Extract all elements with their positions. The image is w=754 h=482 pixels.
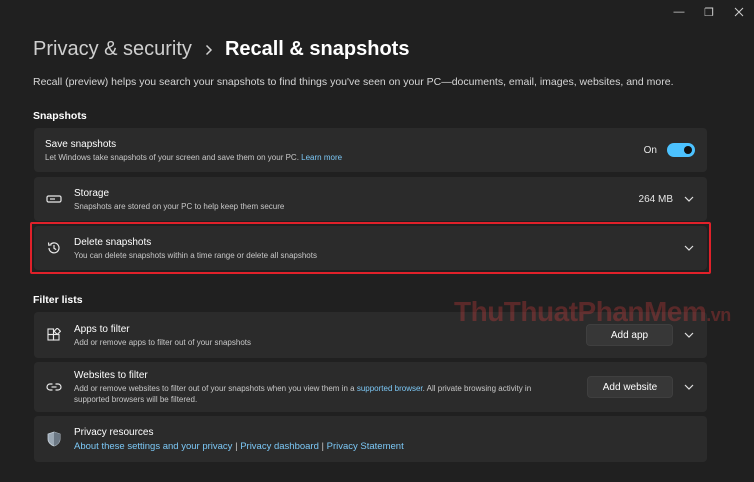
chevron-down-icon[interactable] [683,242,695,254]
websites-to-filter-subtitle: Add or remove websites to filter out of … [74,383,531,394]
websites-to-filter-card[interactable]: Websites to filter Add or remove website… [34,362,707,412]
storage-subtitle: Snapshots are stored on your PC to help … [74,201,285,211]
learn-more-link[interactable]: Learn more [301,153,342,162]
delete-snapshots-text: Delete snapshots You can delete snapshot… [74,236,317,261]
close-icon [734,7,744,17]
watermark: ThuThuatPhanMem.vn [454,296,731,328]
supported-browser-link[interactable]: supported browser [357,384,423,393]
link-separator: | [321,440,324,452]
save-snapshots-card: Save snapshots Let Windows take snapshot… [34,128,707,172]
storage-text: Storage Snapshots are stored on your PC … [74,187,284,212]
save-snapshots-text: Save snapshots Let Windows take snapshot… [45,138,342,163]
storage-title: Storage [74,187,110,199]
breadcrumb: Privacy & security Recall & snapshots [33,38,409,61]
privacy-dashboard-link[interactable]: Privacy dashboard [240,441,319,452]
add-website-button[interactable]: Add website [587,376,673,398]
websites-subtitle-part1: Add or remove websites to filter out of … [74,384,355,393]
breadcrumb-parent[interactable]: Privacy & security [33,38,192,61]
close-button[interactable] [724,0,754,24]
link-separator: | [235,440,238,452]
watermark-suffix: .vn [706,305,731,325]
delete-snapshots-card[interactable]: Delete snapshots You can delete snapshot… [34,226,707,270]
delete-snapshots-controls [683,226,695,270]
websites-subtitle-line2: supported browsers will be filtered. [74,395,198,404]
privacy-resources-title: Privacy resources [74,426,154,438]
save-snapshots-title: Save snapshots [45,138,117,150]
delete-snapshots-title: Delete snapshots [74,236,152,248]
page-title: Recall & snapshots [224,38,410,60]
shield-icon [46,431,62,447]
save-snapshots-toggle[interactable] [667,143,695,157]
delete-snapshots-subtitle: You can delete snapshots within a time r… [74,250,317,260]
toggle-state-label: On [643,144,657,156]
save-snapshots-subtitle: Let Windows take snapshots of your scree… [45,152,342,163]
chevron-right-icon [205,44,213,56]
apps-to-filter-subtitle: Add or remove apps to filter out of your… [74,337,251,347]
storage-controls: 264 MB [639,177,695,221]
storage-card[interactable]: Storage Snapshots are stored on your PC … [34,177,707,221]
websites-to-filter-controls: Add website [587,362,695,412]
history-icon [46,240,62,256]
chevron-down-icon[interactable] [683,329,695,341]
privacy-resources-card: Privacy resources About these settings a… [34,416,707,462]
websites-to-filter-text: Websites to filter Add or remove website… [74,369,531,405]
section-title-snapshots: Snapshots [33,110,87,122]
restore-button[interactable]: ❐ [694,0,724,24]
websites-to-filter-title: Websites to filter [74,370,148,381]
chevron-down-icon[interactable] [683,193,695,205]
privacy-statement-link[interactable]: Privacy Statement [327,441,404,452]
page-description: Recall (preview) helps you search your s… [33,76,674,88]
link-icon [46,379,62,395]
minimize-button[interactable]: — [664,0,694,24]
apps-to-filter-title: Apps to filter [74,323,130,335]
window-controls: — ❐ [664,0,754,24]
save-snapshots-controls: On [644,128,695,172]
about-settings-privacy-link[interactable]: About these settings and your privacy [74,441,232,452]
privacy-links: About these settings and your privacy | … [74,440,404,453]
storage-drive-icon [46,191,62,207]
save-snapshots-subtitle-text: Let Windows take snapshots of your scree… [45,152,299,162]
watermark-text: ThuThuatPhanMem [454,296,707,327]
storage-size-value: 264 MB [638,193,673,205]
websites-subtitle-part2: . All private browsing activity in [422,384,532,393]
privacy-resources-text: Privacy resources About these settings a… [74,426,404,453]
toggle-knob [684,146,692,154]
apps-to-filter-text: Apps to filter Add or remove apps to fil… [74,323,251,348]
apps-grid-icon [46,327,62,343]
chevron-down-icon[interactable] [683,381,695,393]
section-title-filter-lists: Filter lists [33,294,83,306]
